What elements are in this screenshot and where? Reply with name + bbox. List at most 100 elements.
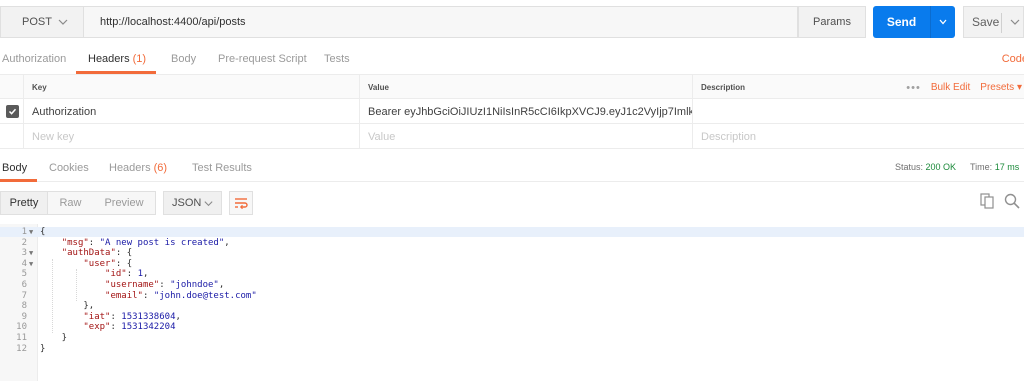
tab-response-body[interactable]: Body	[2, 162, 27, 174]
tab-headers-count: (1)	[132, 53, 147, 65]
tab-response-headers[interactable]: Headers (6)	[109, 162, 167, 174]
format-select[interactable]: JSON	[163, 191, 222, 215]
indent-guide	[52, 258, 53, 333]
row-checkbox-cell	[0, 99, 24, 124]
headers-actions: ••• Bulk Edit Presets ▾	[906, 75, 1022, 100]
headers-table-header: Key Value Description ••• Bulk Edit Pres…	[0, 74, 1024, 100]
line-number: 10	[16, 322, 27, 333]
request-url-bar: POST http://localhost:4400/api/posts Par…	[0, 0, 1024, 44]
column-description-label: Description	[701, 83, 746, 92]
line-number: 1	[21, 227, 27, 237]
new-value-input[interactable]: Value	[360, 124, 693, 149]
tab-authorization[interactable]: Authorization	[2, 53, 66, 65]
time-indicator: Time: 17 ms	[970, 162, 1019, 172]
fold-toggle-icon[interactable]: ▼	[29, 259, 33, 269]
send-button[interactable]: Send	[873, 6, 930, 38]
header-description-cell[interactable]	[693, 99, 1024, 124]
code-line: 10 "exp": 1531342204	[0, 322, 1024, 332]
code-text: "user": {	[83, 258, 133, 269]
response-tabs: Body Cookies Headers (6) Test Results St…	[0, 148, 1024, 182]
status-label: Status:	[895, 162, 924, 172]
more-icon[interactable]: •••	[906, 82, 921, 94]
status-value: 200 OK	[925, 162, 957, 172]
code-line: 11 }	[0, 333, 1024, 343]
view-raw-button[interactable]: Raw	[48, 192, 93, 214]
time-value: 17 ms	[994, 162, 1020, 172]
presets-dropdown[interactable]: Presets ▾	[980, 82, 1022, 93]
request-tabs: Authorization Headers (1) Body Pre-reque…	[0, 44, 1024, 74]
url-input[interactable]: http://localhost:4400/api/posts	[84, 6, 798, 38]
caret-down-icon: ▾	[1016, 82, 1022, 93]
wrap-lines-icon	[235, 198, 248, 209]
search-icon[interactable]	[1004, 193, 1020, 209]
tab-body[interactable]: Body	[171, 53, 196, 65]
time-label: Time:	[970, 162, 993, 172]
code-text: }	[40, 343, 46, 354]
line-number: 7	[21, 290, 27, 301]
copy-icon[interactable]	[980, 193, 994, 209]
response-body-viewer[interactable]: 1 ▼{2 "msg": "A new post is created", 3 ▼ "…	[0, 224, 1024, 381]
line-number: 4	[21, 258, 27, 269]
chevron-down-icon	[58, 19, 68, 25]
params-label: Params	[813, 16, 851, 28]
tab-headers[interactable]: Headers (1)	[88, 53, 146, 65]
header-value-cell[interactable]: Bearer eyJhbGciOiJIUzI1NiIsInR5cCI6IkpXV…	[360, 99, 693, 124]
chevron-down-icon	[204, 201, 213, 207]
headers-table: Key Value Description ••• Bulk Edit Pres…	[0, 74, 1024, 149]
check-icon	[8, 108, 17, 115]
header-check-column	[0, 75, 24, 100]
fold-toggle-icon[interactable]: ▼	[29, 248, 33, 258]
method-select[interactable]: POST	[0, 6, 84, 38]
tab-cookies[interactable]: Cookies	[49, 162, 89, 174]
view-preview-button[interactable]: Preview	[93, 192, 155, 214]
save-divider	[1001, 13, 1002, 33]
header-key-cell[interactable]: Authorization	[24, 99, 360, 124]
fold-toggle-icon[interactable]: ▼	[29, 227, 33, 237]
new-description-input[interactable]: Description	[693, 124, 1024, 149]
wrap-lines-button[interactable]	[229, 191, 253, 215]
line-number: 3	[21, 248, 27, 259]
column-value: Value	[360, 75, 693, 100]
status-indicator: Status: 200 OK	[895, 162, 956, 172]
format-label: JSON	[172, 197, 202, 209]
send-options-button[interactable]	[930, 6, 955, 38]
save-label: Save	[972, 15, 1000, 29]
line-number: 12	[16, 343, 27, 354]
url-text: http://localhost:4400/api/posts	[100, 16, 246, 28]
view-pretty-button[interactable]: Pretty	[1, 192, 48, 214]
params-button[interactable]: Params	[798, 6, 866, 38]
code-text: }	[40, 333, 68, 343]
new-key-input[interactable]: New key	[24, 124, 360, 149]
response-toolbar: Pretty Raw Preview JSON	[0, 182, 1024, 222]
row-checkbox[interactable]	[6, 105, 19, 118]
tab-prerequest-script[interactable]: Pre-request Script	[218, 53, 307, 65]
method-label: POST	[22, 16, 52, 28]
bulk-edit-link[interactable]: Bulk Edit	[931, 82, 970, 93]
code-line: 7 "email": "john.doe@test.com"	[0, 291, 1024, 301]
line-number: 2	[21, 237, 27, 248]
new-header-row: New key Value Description	[0, 124, 1024, 149]
line-number: 8	[21, 301, 27, 312]
tab-tests[interactable]: Tests	[324, 53, 350, 65]
code-link[interactable]: Code	[1002, 53, 1024, 65]
code-text: "authData": {	[61, 248, 133, 259]
code-line: 4 ▼ "user": {	[0, 259, 1024, 269]
code-text: },	[40, 301, 95, 312]
code-text: {	[40, 227, 46, 237]
tab-response-headers-count: (6)	[153, 162, 168, 174]
indent-guide	[76, 269, 77, 302]
save-button[interactable]: Save	[963, 6, 1024, 38]
code-line: 12}	[0, 344, 1024, 354]
row-checkbox-cell	[0, 124, 24, 149]
code-line: 1 ▼ {	[0, 227, 1024, 237]
send-label: Send	[886, 15, 917, 29]
tab-response-headers-label: Headers	[109, 162, 151, 174]
code-line: 9 "iat": 1531338604,	[0, 312, 1024, 322]
code-text: "email": "john.doe@test.com"	[105, 290, 257, 301]
tab-test-results[interactable]: Test Results	[192, 162, 252, 174]
chevron-down-icon[interactable]	[1009, 16, 1021, 28]
code-line: 2 "msg": "A new post is created",	[0, 238, 1024, 248]
code-text: "id": 1,	[105, 269, 149, 280]
code-line: 5 "id": 1,	[0, 269, 1024, 279]
code-text: "exp": 1531342204	[83, 322, 176, 333]
